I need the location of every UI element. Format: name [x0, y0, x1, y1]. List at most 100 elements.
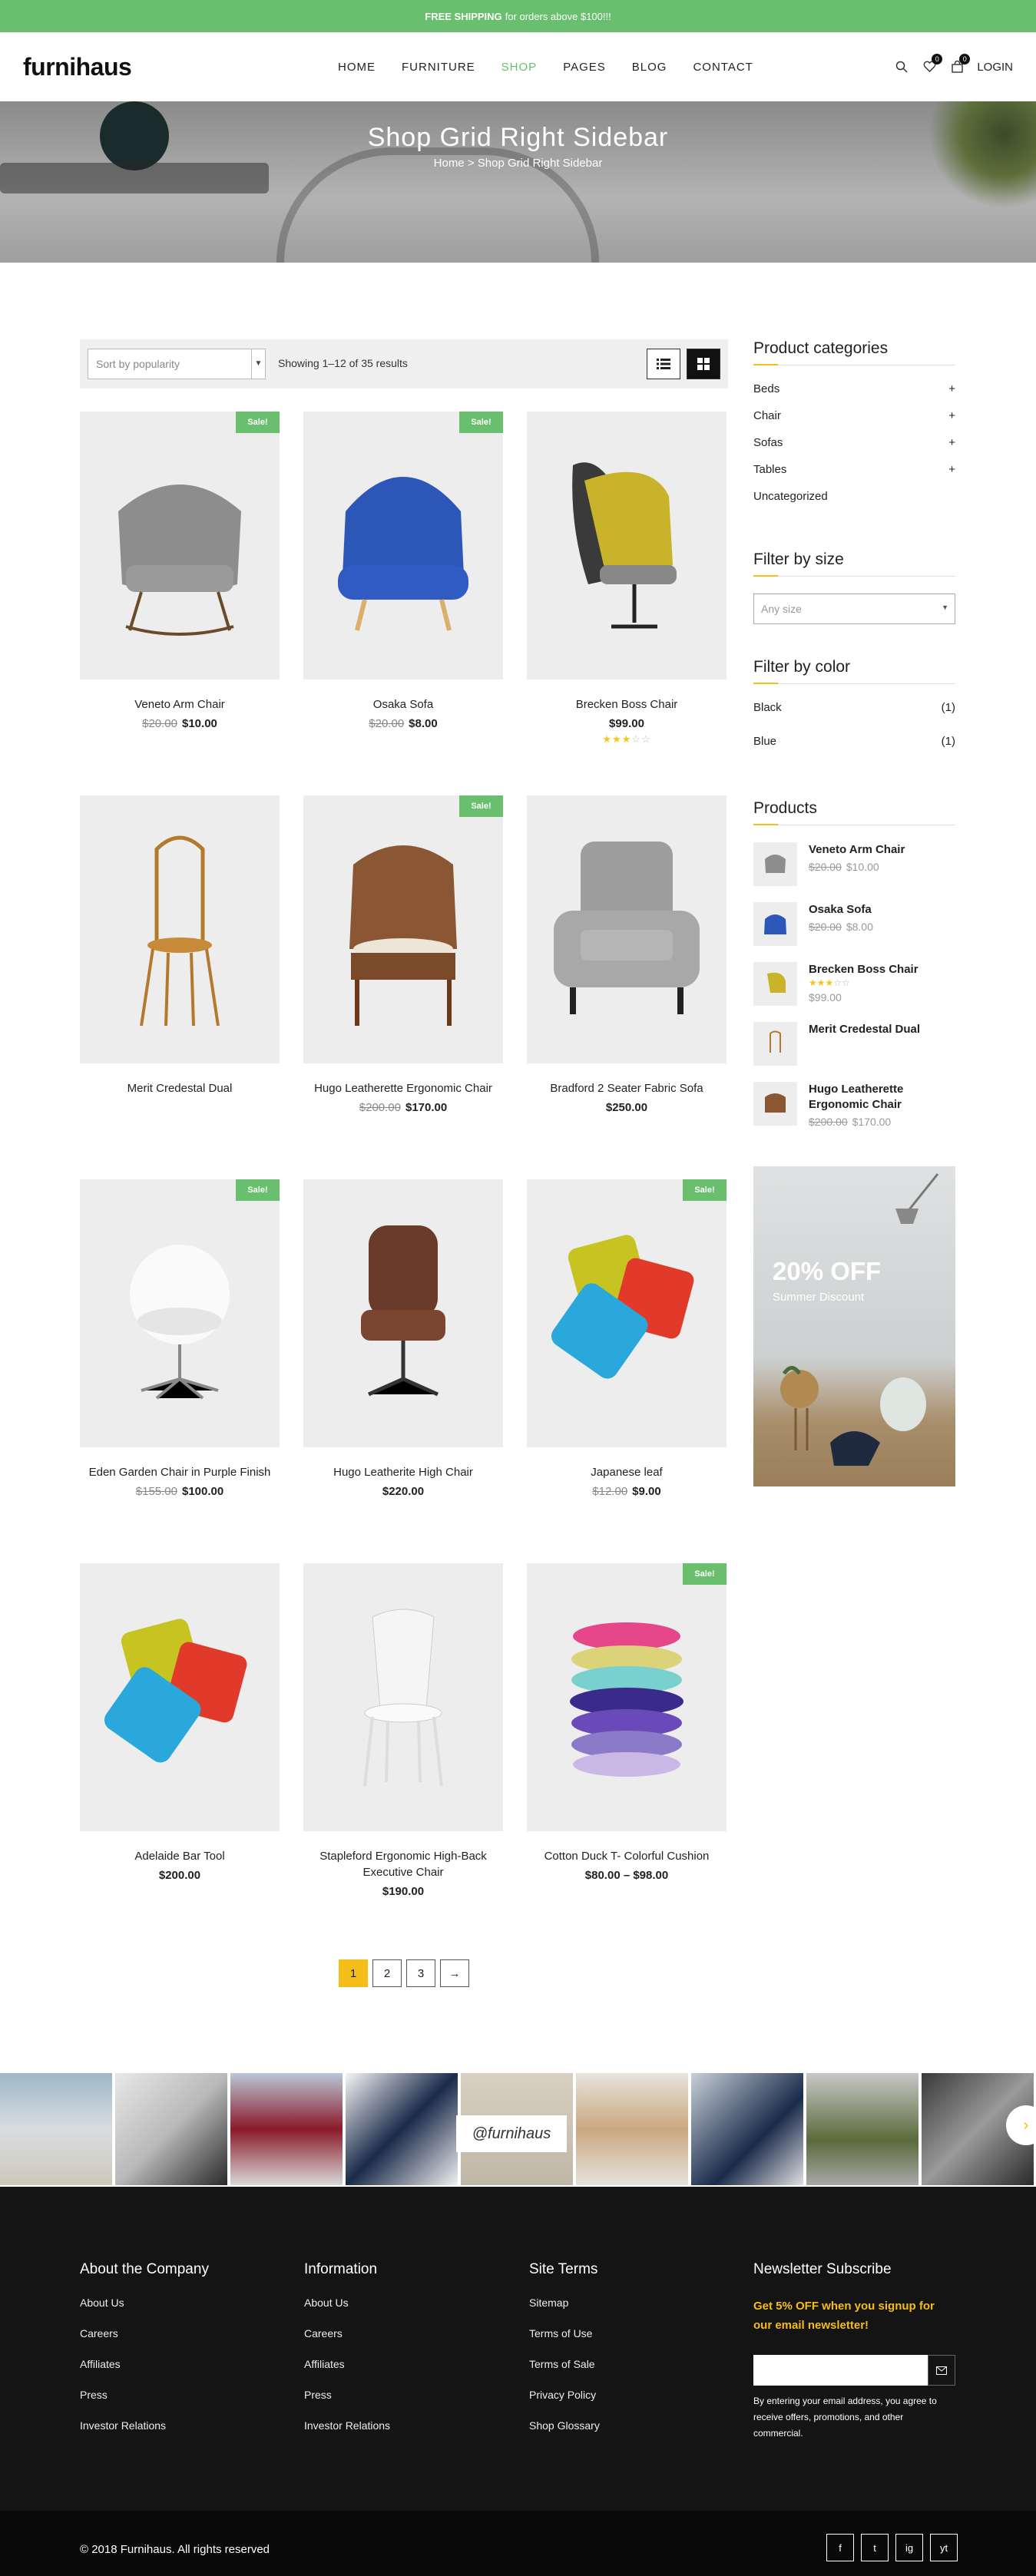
product-image[interactable]: [527, 412, 727, 680]
product-thumbnail[interactable]: [753, 1082, 797, 1126]
color-filter-item[interactable]: Black (1): [753, 701, 955, 735]
sidebar-product[interactable]: Osaka Sofa $20.00 $8.00: [753, 902, 955, 962]
category-name[interactable]: Beds: [753, 382, 779, 409]
product-card[interactable]: Sale! Osaka Sofa $20.00 $8.00: [303, 412, 503, 730]
promo-banner[interactable]: 20% OFF Summer Discount: [753, 1166, 955, 1486]
category-item[interactable]: Uncategorized: [753, 490, 955, 517]
nav-shop[interactable]: SHOP: [501, 61, 538, 74]
breadcrumb-home[interactable]: Home: [434, 157, 465, 170]
product-card[interactable]: Sale! Cotton Duck T- Colorful Cushion $8…: [527, 1563, 727, 1882]
nav-contact[interactable]: CONTACT: [693, 61, 753, 74]
list-view-button[interactable]: [647, 349, 680, 379]
footer-link[interactable]: Terms of Use: [529, 2327, 600, 2340]
product-image[interactable]: Sale!: [80, 1179, 280, 1447]
sidebar-product[interactable]: Hugo Leatherette Ergonomic Chair $200.00 $…: [753, 1082, 955, 1151]
product-name[interactable]: Merit Credestal Dual: [809, 1022, 920, 1037]
email-field[interactable]: [753, 2355, 928, 2386]
page-3[interactable]: 3: [406, 1959, 435, 1987]
instagram-photo[interactable]: [576, 2073, 688, 2185]
instagram-handle[interactable]: @furnihaus: [456, 2115, 567, 2152]
product-name[interactable]: Osaka Sofa: [809, 902, 873, 918]
product-name[interactable]: Bradford 2 Seater Fabric Sofa: [527, 1080, 727, 1096]
footer-link[interactable]: Investor Relations: [80, 2419, 209, 2432]
product-card[interactable]: Hugo Leatherite High Chair $220.00: [303, 1179, 503, 1498]
login-link[interactable]: LOGIN: [977, 61, 1013, 74]
color-name[interactable]: Black: [753, 701, 782, 735]
product-name[interactable]: Veneto Arm Chair: [80, 696, 280, 713]
product-card[interactable]: Merit Credestal Dual: [80, 795, 280, 1096]
category-name[interactable]: Chair: [753, 409, 781, 436]
footer-link[interactable]: Affiliates: [80, 2358, 209, 2370]
footer-link[interactable]: Careers: [80, 2327, 209, 2340]
product-name[interactable]: Brecken Boss Chair: [527, 696, 727, 713]
footer-link[interactable]: Press: [80, 2389, 209, 2401]
product-card[interactable]: Brecken Boss Chair $99.00 ★★★☆☆: [527, 412, 727, 746]
facebook-icon[interactable]: f: [826, 2534, 854, 2561]
category-name[interactable]: Uncategorized: [753, 490, 828, 517]
product-image[interactable]: Sale!: [303, 795, 503, 1063]
instagram-photo[interactable]: [230, 2073, 343, 2185]
product-card[interactable]: Adelaide Bar Tool $200.00: [80, 1563, 280, 1882]
color-filter-item[interactable]: Blue (1): [753, 735, 955, 769]
category-name[interactable]: Tables: [753, 463, 786, 490]
search-icon[interactable]: [894, 59, 909, 74]
product-name[interactable]: Hugo Leatherette Ergonomic Chair: [809, 1082, 955, 1113]
product-name[interactable]: Merit Credestal Dual: [80, 1080, 280, 1096]
product-image[interactable]: Sale!: [303, 412, 503, 680]
expand-icon[interactable]: +: [948, 409, 955, 436]
product-image[interactable]: [80, 1563, 280, 1831]
footer-link[interactable]: Sitemap: [529, 2297, 600, 2309]
sidebar-product[interactable]: Brecken Boss Chair ★★★☆☆ $99.00: [753, 962, 955, 1022]
product-card[interactable]: Sale! Hugo Leatherette Ergonomic Chair $…: [303, 795, 503, 1114]
product-image[interactable]: Sale!: [527, 1179, 727, 1447]
product-name[interactable]: Adelaide Bar Tool: [80, 1848, 280, 1864]
product-thumbnail[interactable]: [753, 962, 797, 1006]
product-name[interactable]: Japanese leaf: [527, 1464, 727, 1480]
product-card[interactable]: Sale! Eden Garden Chair in Purple Finish…: [80, 1179, 280, 1498]
expand-icon[interactable]: +: [948, 382, 955, 409]
product-card[interactable]: Stapleford Ergonomic High-Back Executive…: [303, 1563, 503, 1898]
product-name[interactable]: Stapleford Ergonomic High-Back Executive…: [303, 1848, 503, 1880]
instagram-photo[interactable]: [806, 2073, 918, 2185]
twitter-icon[interactable]: t: [861, 2534, 889, 2561]
product-card[interactable]: Sale! Veneto Arm Chair $20.00 $10.00: [80, 412, 280, 730]
product-image[interactable]: Sale!: [527, 1563, 727, 1831]
color-name[interactable]: Blue: [753, 735, 776, 769]
footer-link[interactable]: Careers: [304, 2327, 390, 2340]
sidebar-product[interactable]: Merit Credestal Dual: [753, 1022, 955, 1082]
footer-link[interactable]: About Us: [80, 2297, 209, 2309]
footer-link[interactable]: Press: [304, 2389, 390, 2401]
next-page-arrow[interactable]: →: [440, 1959, 469, 1987]
expand-icon[interactable]: +: [948, 436, 955, 463]
size-filter-select[interactable]: Any size ▼: [753, 594, 955, 624]
category-item[interactable]: Tables +: [753, 463, 955, 490]
product-name[interactable]: Osaka Sofa: [303, 696, 503, 713]
product-thumbnail[interactable]: [753, 842, 797, 886]
category-item[interactable]: Sofas +: [753, 436, 955, 463]
footer-link[interactable]: Affiliates: [304, 2358, 390, 2370]
nav-blog[interactable]: BLOG: [632, 61, 667, 74]
wishlist-icon[interactable]: 0: [922, 54, 943, 74]
footer-link[interactable]: About Us: [304, 2297, 390, 2309]
nav-furniture[interactable]: FURNITURE: [402, 61, 475, 74]
instagram-photo[interactable]: [115, 2073, 227, 2185]
grid-view-button[interactable]: [687, 349, 720, 379]
product-image[interactable]: [80, 795, 280, 1063]
footer-link[interactable]: Investor Relations: [304, 2419, 390, 2432]
instagram-photo[interactable]: [0, 2073, 112, 2185]
logo[interactable]: furnihaus: [23, 53, 200, 81]
cart-icon[interactable]: 0: [949, 54, 971, 74]
nav-pages[interactable]: PAGES: [563, 61, 606, 74]
sidebar-product[interactable]: Veneto Arm Chair $20.00 $10.00: [753, 842, 955, 902]
category-name[interactable]: Sofas: [753, 436, 783, 463]
product-name[interactable]: Cotton Duck T- Colorful Cushion: [527, 1848, 727, 1864]
footer-link[interactable]: Privacy Policy: [529, 2389, 600, 2401]
category-item[interactable]: Beds +: [753, 382, 955, 409]
instagram-photo[interactable]: [691, 2073, 803, 2185]
nav-home[interactable]: HOME: [338, 61, 376, 74]
instagram-photo[interactable]: [346, 2073, 458, 2185]
product-thumbnail[interactable]: [753, 902, 797, 946]
product-image[interactable]: Sale!: [80, 412, 280, 680]
product-name[interactable]: Hugo Leatherite High Chair: [303, 1464, 503, 1480]
category-item[interactable]: Chair +: [753, 409, 955, 436]
